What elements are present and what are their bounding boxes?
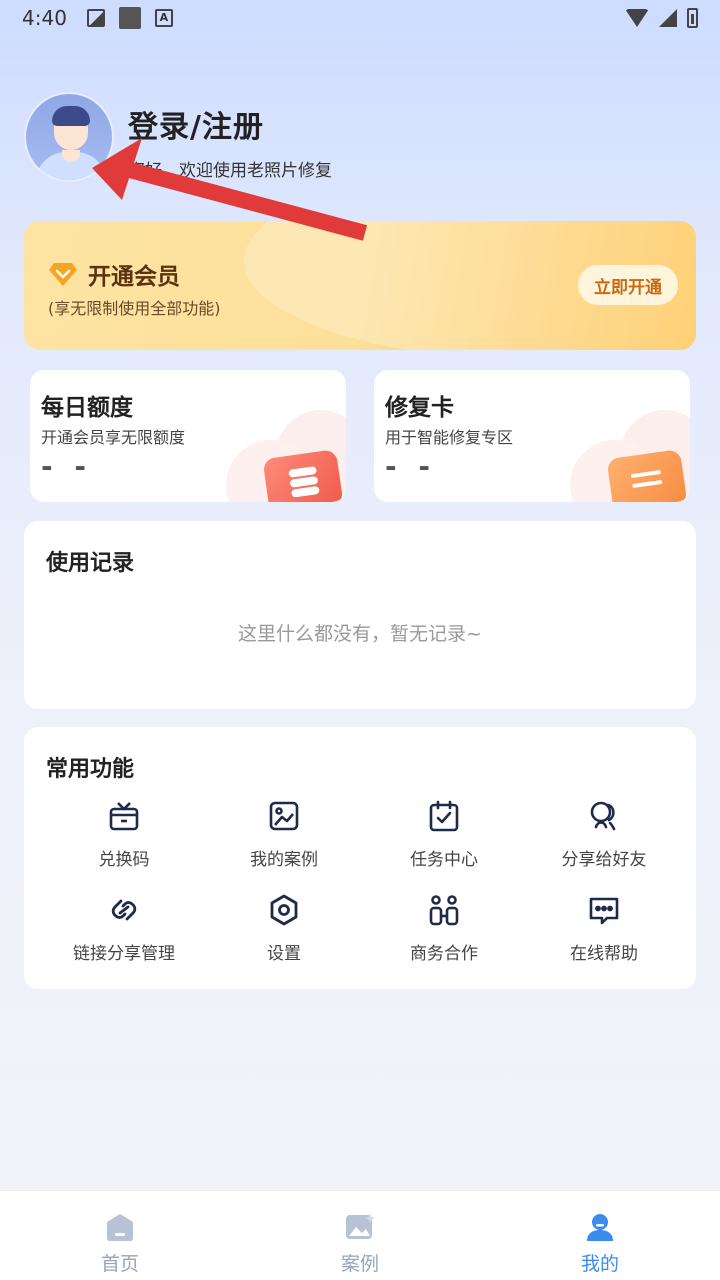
function-label: 商务合作 (410, 944, 478, 964)
function-task-center[interactable]: 任务中心 (364, 799, 524, 875)
function-label: 链接分享管理 (73, 944, 175, 964)
daily-quota-title: 每日额度 (41, 395, 133, 421)
status-bar: 4:40 A (0, 0, 720, 36)
share-people-icon (590, 801, 616, 831)
function-label: 兑换码 (98, 850, 150, 870)
wifi-icon (625, 9, 649, 27)
common-functions-title: 常用功能 (46, 757, 135, 782)
bottom-tab-bar: 首页 案例 我的 (0, 1190, 720, 1280)
coins-icon (262, 449, 344, 502)
function-label: 在线帮助 (570, 944, 638, 964)
font-notification-icon: A (154, 9, 173, 27)
tab-mine[interactable]: 我的 (480, 1191, 720, 1280)
avatar-hair (52, 106, 90, 126)
function-share-friends[interactable]: 分享给好友 (524, 799, 684, 875)
calendar-check-icon (429, 800, 459, 832)
vip-subtitle: (享无限制使用全部功能) (48, 299, 221, 318)
repair-card-desc: 用于智能修复专区 (385, 428, 514, 447)
function-label: 设置 (267, 944, 301, 964)
vip-title-row: 开通会员 (48, 257, 180, 291)
repair-card-title: 修复卡 (385, 395, 454, 421)
avatar[interactable] (24, 92, 114, 182)
image-icon (269, 801, 299, 831)
usage-record-title: 使用记录 (46, 551, 135, 576)
cooperation-icon (429, 895, 459, 926)
tab-label: 案例 (340, 1253, 379, 1275)
tab-label: 我的 (580, 1253, 619, 1275)
signal-icon (659, 9, 677, 27)
coins-icon-stack (288, 466, 318, 478)
home-icon (107, 1214, 133, 1241)
user-icon (587, 1214, 613, 1241)
function-link-share-manage[interactable]: 链接分享管理 (44, 893, 204, 969)
repair-card-value: - - (385, 450, 436, 483)
usage-record-card: 使用记录 这里什么都没有，暂无记录~ (24, 521, 696, 709)
functions-grid: 兑换码 我的案例 任务中心 分享给好友 链接分享管理 设置 商务合作 在线帮助 (44, 799, 684, 969)
app-notification-icon (118, 7, 141, 29)
card-icon-lines (630, 470, 662, 479)
diamond-icon (49, 263, 77, 286)
profile-text: 登录/注册 您好，欢迎使用老照片修复 (128, 102, 332, 181)
usage-record-empty: 这里什么都没有，暂无记录~ (238, 623, 482, 645)
function-business[interactable]: 商务合作 (364, 893, 524, 969)
vip-title: 开通会员 (88, 264, 180, 290)
status-icons (625, 8, 698, 28)
battery-icon (687, 8, 698, 28)
status-time: 4:40 (22, 6, 67, 30)
function-online-help[interactable]: 在线帮助 (524, 893, 684, 969)
settings-icon (270, 894, 298, 926)
daily-quota-card[interactable]: 每日额度 开通会员享无限额度 - - (30, 370, 346, 502)
tab-home[interactable]: 首页 (0, 1191, 240, 1280)
tab-cases[interactable]: 案例 (240, 1191, 480, 1280)
login-register-link[interactable]: 登录/注册 (128, 102, 332, 146)
tab-label: 首页 (100, 1253, 139, 1275)
chat-help-icon (589, 897, 619, 925)
image-notification-icon (86, 9, 105, 27)
common-functions-card: 常用功能 兑换码 我的案例 任务中心 分享给好友 链接分享管理 设置 商务合作 … (24, 727, 696, 989)
welcome-text: 您好，欢迎使用老照片修复 (128, 161, 332, 181)
link-icon (111, 899, 137, 921)
repair-card-card[interactable]: 修复卡 用于智能修复专区 - - (374, 370, 690, 502)
function-my-cases[interactable]: 我的案例 (204, 799, 364, 875)
gift-icon (109, 802, 139, 831)
function-redeem-code[interactable]: 兑换码 (44, 799, 204, 875)
function-label: 我的案例 (250, 850, 318, 870)
function-label: 分享给好友 (561, 850, 647, 870)
gallery-icon (346, 1213, 375, 1239)
function-settings[interactable]: 设置 (204, 893, 364, 969)
vip-card[interactable]: 开通会员 (享无限制使用全部功能) 立即开通 (24, 221, 696, 350)
open-vip-button[interactable]: 立即开通 (578, 265, 678, 305)
function-label: 任务中心 (410, 850, 478, 870)
profile-header[interactable]: 登录/注册 您好，欢迎使用老照片修复 (24, 92, 332, 182)
daily-quota-desc: 开通会员享无限额度 (41, 428, 186, 447)
card-icon (606, 449, 688, 502)
daily-quota-value: - - (41, 450, 92, 483)
